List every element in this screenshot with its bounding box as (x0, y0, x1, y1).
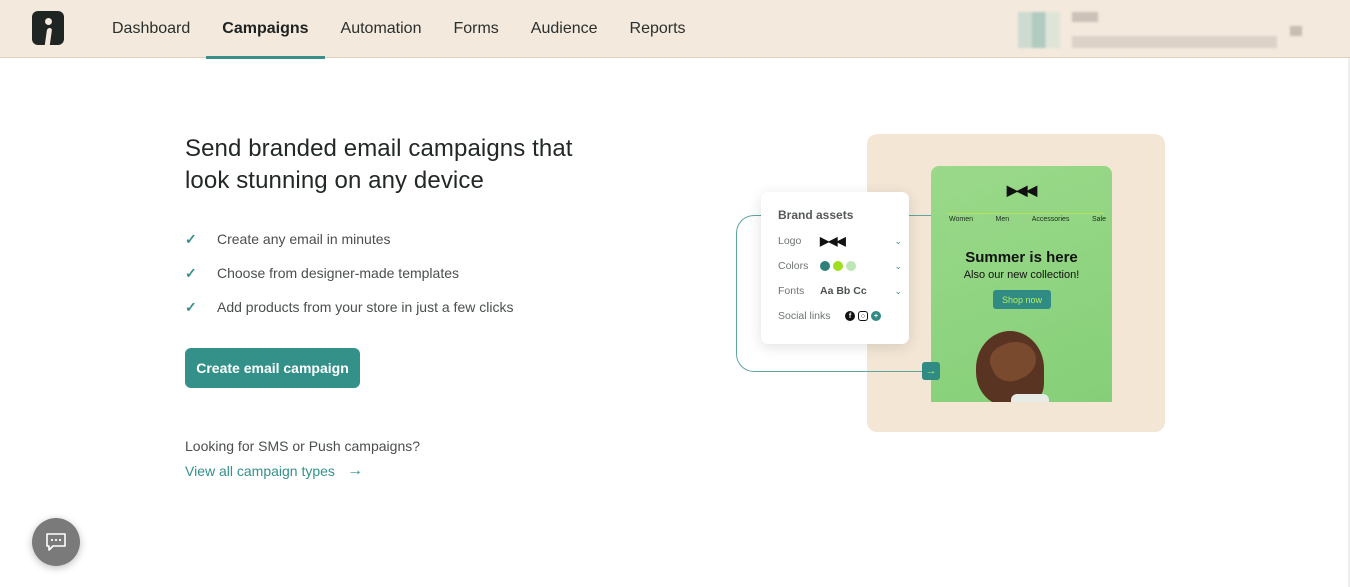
email-nav-item: Men (995, 216, 1010, 223)
email-nav: Women Men Accessories Sale (949, 216, 1106, 223)
chevron-down-icon: ⌄ (894, 235, 902, 246)
sms-push-question: Looking for SMS or Push campaigns? (185, 438, 421, 454)
feature-text: Choose from designer-made templates (217, 265, 460, 281)
brand-assets-card: Brand assets Logo ▶◀◀ ⌄ Colors ⌄ Fonts A… (761, 192, 909, 344)
feature-item: ✓ Add products from your store in just a… (185, 290, 513, 324)
create-email-campaign-button[interactable]: Create email campaign (185, 348, 360, 388)
email-divider (947, 213, 1104, 214)
brand-fonts-sample: Aa Bb Cc (820, 285, 867, 297)
logo-stem (44, 28, 53, 45)
check-icon: ✓ (185, 264, 197, 281)
top-navigation-bar: Dashboard Campaigns Automation Forms Aud… (0, 0, 1350, 59)
email-nav-item: Accessories (1031, 216, 1070, 223)
nav-item-audience[interactable]: Audience (515, 0, 614, 58)
feature-item: ✓ Choose from designer-made templates (185, 256, 513, 290)
nav-item-reports[interactable]: Reports (614, 0, 702, 58)
instagram-icon: ○ (858, 311, 868, 321)
chat-button[interactable] (32, 518, 80, 566)
brand-colors-label: Colors (778, 260, 809, 272)
link-label: View all campaign types (185, 463, 335, 479)
model-photo-collar (1011, 394, 1049, 402)
email-nav-item: Women (949, 216, 973, 223)
logo-dot (45, 18, 52, 25)
brand-logo-label: Logo (778, 235, 802, 247)
nav-item-campaigns[interactable]: Campaigns (206, 0, 325, 59)
account-name-blurred (1072, 12, 1098, 22)
arrow-right-icon: → (922, 362, 940, 380)
brand-assets-title: Brand assets (778, 208, 854, 222)
account-avatar (1018, 12, 1060, 48)
check-icon: ✓ (185, 298, 197, 315)
color-swatch (820, 261, 830, 271)
chevron-down-icon (1290, 26, 1302, 36)
brand-logo-icon: ▶◀◀ (820, 234, 846, 248)
email-headline: Summer is here (965, 249, 1078, 266)
check-icon: ✓ (185, 230, 197, 247)
email-logo-icon: ▶◀◀ (1006, 182, 1037, 198)
account-email-blurred (1072, 36, 1277, 48)
nav-item-forms[interactable]: Forms (437, 0, 514, 58)
app-logo[interactable] (32, 11, 64, 45)
brand-social-row: Social links f ○ + (778, 308, 898, 324)
brand-colors-row: Colors ⌄ (778, 258, 902, 274)
feature-item: ✓ Create any email in minutes (185, 222, 513, 256)
email-preview: ▶◀◀ Women Men Accessories Sale Summer is… (931, 166, 1112, 402)
nav-item-automation[interactable]: Automation (325, 0, 438, 58)
brand-fonts-row: Fonts Aa Bb Cc ⌄ (778, 283, 902, 299)
page-title: Send branded email campaigns that look s… (185, 135, 573, 194)
brand-fonts-label: Fonts (778, 285, 805, 297)
email-shop-button: Shop now (993, 290, 1051, 309)
email-nav-item: Sale (1091, 216, 1106, 223)
feature-text: Create any email in minutes (217, 231, 391, 247)
arrow-right-icon: → (346, 462, 363, 479)
chevron-down-icon: ⌄ (894, 260, 902, 271)
color-swatch (833, 261, 843, 271)
account-menu[interactable] (1018, 8, 1328, 50)
feature-list: ✓ Create any email in minutes ✓ Choose f… (185, 222, 513, 324)
brand-social-label: Social links (778, 310, 831, 322)
feature-text: Add products from your store in just a f… (217, 299, 514, 315)
chevron-down-icon: ⌄ (894, 285, 902, 296)
nav-item-dashboard[interactable]: Dashboard (96, 0, 206, 58)
facebook-icon: f (845, 311, 855, 321)
email-subline: Also our new collection! (963, 269, 1080, 281)
chat-icon (46, 533, 66, 551)
brand-logo-row: Logo ▶◀◀ ⌄ (778, 233, 902, 249)
add-icon: + (871, 311, 881, 321)
color-swatch (846, 261, 856, 271)
main-nav: Dashboard Campaigns Automation Forms Aud… (96, 0, 702, 59)
view-all-campaign-types-link[interactable]: View all campaign types → (185, 462, 363, 480)
